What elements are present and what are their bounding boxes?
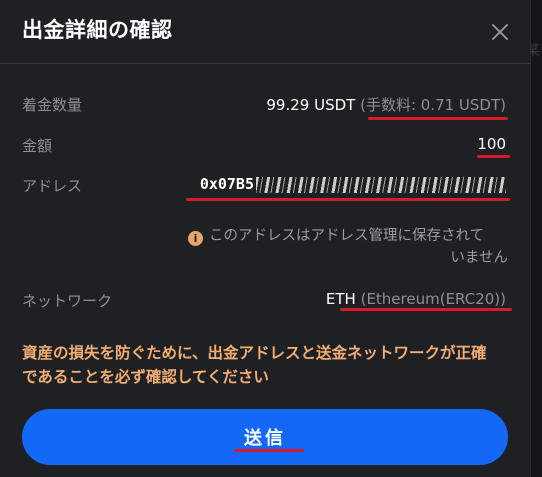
send-button-label: 送信 (244, 428, 286, 449)
send-button[interactable]: 送信 (22, 409, 508, 465)
warning-line-2: であることを必ず確認してください (22, 368, 269, 386)
annotation-underline (368, 117, 508, 120)
annotation-underline (477, 155, 510, 158)
header-divider (0, 63, 531, 64)
amount-received-label: 着金数量 (22, 96, 83, 114)
amount-received-value: 99.29 USDT (手数料: 0.71 USDT) (266, 94, 506, 115)
annotation-underline (234, 449, 304, 452)
address-text: 0x07B5 (199, 175, 254, 193)
withdraw-confirm-dialog: 出金詳細の確認 着金数量 99.29 USDT (手数料: 0.71 USDT)… (0, 0, 531, 477)
address-value: 0x07B5 (200, 175, 506, 193)
address-label: アドレス (22, 177, 83, 195)
notice-line-2: いません (450, 250, 508, 266)
network-detail: (Ethereum(ERC20)) (360, 290, 506, 308)
address-notice: i このアドレスはアドレス管理に保存されて いません (188, 225, 510, 269)
annotation-underline (186, 198, 510, 201)
network-value: ETH (Ethereum(ERC20)) (326, 290, 506, 308)
network-symbol: ETH (325, 290, 356, 308)
fee-text: (手数料: 0.71 USDT) (360, 96, 506, 114)
annotation-underline (340, 308, 512, 311)
background-strip (531, 0, 542, 477)
amount-label: 金額 (22, 137, 53, 155)
amount-received-number: 99.29 USDT (266, 96, 356, 114)
amount-value: 100 (477, 135, 506, 153)
warning-line-1: 資産の損失を防ぐために、出金アドレスと送金ネットワークが正確 (22, 344, 487, 362)
network-label: ネットワーク (22, 292, 113, 310)
warning-message: 資産の損失を防ぐために、出金アドレスと送金ネットワークが正確 であることを必ず確… (22, 341, 512, 389)
close-icon[interactable] (488, 20, 512, 44)
notice-line-1: このアドレスはアドレス管理に保存されて (209, 228, 485, 244)
dialog-title: 出金詳細の確認 (22, 18, 173, 42)
dialog-header: 出金詳細の確認 (0, 0, 531, 63)
address-redacted (256, 176, 506, 193)
info-icon: i (188, 231, 203, 246)
